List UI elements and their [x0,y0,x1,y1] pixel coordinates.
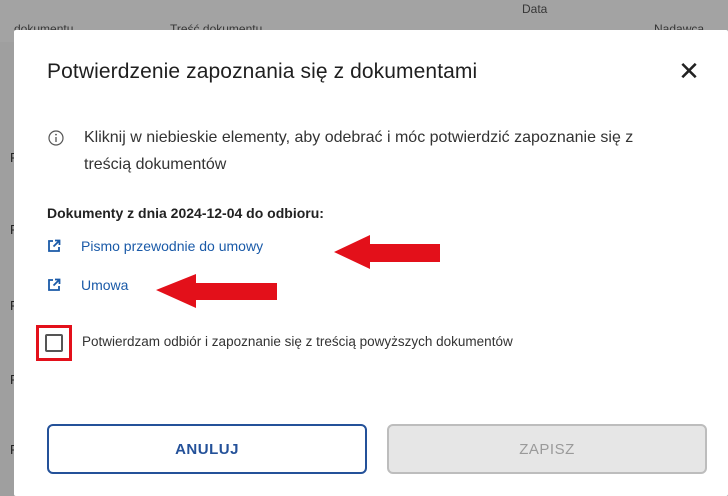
cancel-button[interactable]: ANULUJ [47,424,367,474]
annotation-arrow-icon [334,235,440,269]
close-icon: ✕ [678,56,700,86]
confirm-checkbox-label[interactable]: Potwierdzam odbiór i zapoznanie się z tr… [82,334,513,349]
info-message: Kliknij w niebieskie elementy, aby odebr… [84,129,634,173]
close-button[interactable]: ✕ [674,56,704,86]
documents-heading: Dokumenty z dnia 2024-12-04 do odbioru: [47,205,324,221]
annotation-arrow-icon [156,274,277,308]
save-button[interactable]: ZAPISZ [387,424,707,474]
document-link-label[interactable]: Pismo przewodnie do umowy [81,238,263,254]
confirmation-dialog: Potwierdzenie zapoznania się z dokumenta… [14,30,728,496]
info-icon [48,130,64,146]
external-link-icon [48,239,61,252]
dialog-title: Potwierdzenie zapoznania się z dokumenta… [47,60,478,83]
external-link-icon [48,278,61,291]
confirm-checkbox[interactable] [45,334,63,352]
document-link-contract[interactable]: Umowa [47,274,128,296]
document-link-label[interactable]: Umowa [81,277,128,293]
document-link-cover-letter[interactable]: Pismo przewodnie do umowy [47,235,263,257]
